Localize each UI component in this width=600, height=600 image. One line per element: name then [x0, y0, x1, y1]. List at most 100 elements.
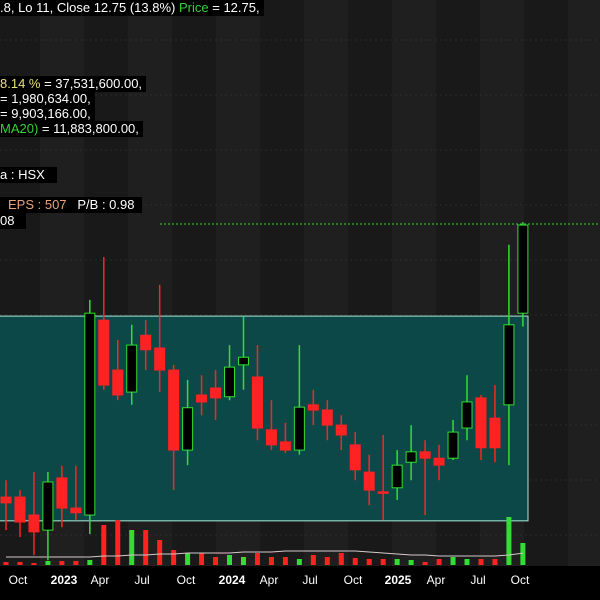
- volume-bar: [352, 558, 358, 565]
- volume-bar: [338, 553, 344, 565]
- x-tick-label: Apr: [259, 573, 279, 587]
- ma20-value: = 11,883,800.00,: [38, 121, 139, 136]
- x-tick-label: Apr: [426, 573, 446, 587]
- candle-down: [112, 369, 124, 396]
- candle-down: [279, 441, 291, 451]
- volume-bar: [450, 557, 456, 565]
- candle-up: [405, 451, 417, 463]
- candle-down: [196, 394, 208, 403]
- candle-up: [461, 401, 473, 429]
- candle-up: [84, 312, 96, 516]
- volume-line-2: = 1,980,634.00,: [0, 91, 95, 107]
- volume-bar: [17, 562, 23, 565]
- stock-chart[interactable]: .8, Lo 11, Close 12.75 (13.8%) Price = 1…: [0, 0, 600, 600]
- x-tick-label: Oct: [8, 573, 28, 587]
- volume-bar: [3, 562, 9, 565]
- volume-bar: [227, 555, 233, 565]
- x-tick-label: 2024: [218, 573, 246, 587]
- candle-up: [237, 356, 249, 366]
- candle-down: [70, 507, 82, 514]
- volume-bar: [157, 540, 163, 565]
- candle-down: [28, 514, 40, 533]
- grid-band: [568, 0, 600, 566]
- volume-bar: [464, 559, 470, 565]
- candle-down: [335, 424, 347, 436]
- candle-up: [293, 406, 305, 451]
- candle-down: [140, 334, 152, 351]
- volume-bar: [520, 543, 526, 565]
- price-label: Price: [179, 0, 209, 15]
- candle-down: [265, 429, 277, 446]
- candle-down: [14, 496, 26, 523]
- extra-value: 08: [0, 213, 27, 229]
- x-tick-label: Oct: [176, 573, 196, 587]
- candle-down: [377, 491, 389, 494]
- candle-down: [251, 376, 263, 429]
- volume-bar: [213, 557, 219, 565]
- candle-down: [321, 409, 333, 426]
- volume-bar: [45, 561, 51, 565]
- fundamentals-line: EPS : 507 P/B : 0.98: [0, 197, 143, 213]
- candle-down: [307, 404, 319, 411]
- price-value: = 12.75,: [208, 0, 260, 15]
- candle-down: [489, 417, 501, 449]
- x-tick-label: 2025: [384, 573, 412, 587]
- x-tick-label: Jul: [470, 573, 486, 587]
- volume-bar: [366, 559, 372, 565]
- volume-bar: [380, 559, 386, 565]
- candle-down: [210, 387, 222, 399]
- candle-up: [224, 366, 236, 398]
- volume-bar: [492, 559, 498, 565]
- exchange-label: a : HSX: [0, 167, 57, 183]
- volume-bar: [185, 553, 191, 565]
- volume-bar: [296, 559, 302, 565]
- eps-value: EPS : 507: [8, 197, 67, 212]
- x-tick-label: Oct: [510, 573, 530, 587]
- x-tick-label: Oct: [343, 573, 363, 587]
- candle-down: [475, 397, 487, 449]
- candle-down: [433, 457, 445, 466]
- candle-down: [349, 444, 361, 471]
- volume-bar: [240, 557, 246, 565]
- pb-value: P/B : 0.98: [77, 197, 135, 212]
- candle-up: [126, 344, 138, 393]
- volume-line-3-text: = 9,903,166.00,: [0, 106, 91, 121]
- x-tick-label: Jul: [302, 573, 318, 587]
- candle-down: [56, 477, 68, 509]
- volume-bar: [87, 560, 93, 565]
- ohlc-readout: .8, Lo 11, Close 12.75 (13.8%) Price = 1…: [0, 0, 264, 16]
- volume-bar: [31, 563, 37, 565]
- volume-bar: [73, 561, 79, 565]
- volume-line-2-text: = 1,980,634.00,: [0, 91, 91, 106]
- volume-pct-label: 8.14 %: [0, 76, 41, 91]
- ma20-label: MA20): [0, 121, 39, 136]
- volume-bar: [59, 561, 65, 565]
- volume-bar: [171, 550, 177, 565]
- candle-up: [182, 407, 194, 451]
- volume-bar: [324, 557, 330, 565]
- volume-bar: [422, 562, 428, 565]
- candle-up: [42, 481, 54, 531]
- volume-bar: [199, 553, 205, 565]
- volume-bar: [115, 520, 121, 565]
- volume-bar: [101, 525, 107, 565]
- candle-down: [168, 369, 180, 451]
- candle-up: [447, 431, 459, 459]
- candle-down: [154, 347, 166, 371]
- volume-bar: [478, 559, 484, 565]
- volume-line-1: 8.14 % = 37,531,600.00,: [0, 76, 147, 92]
- volume-bar: [310, 555, 316, 565]
- grid-band: [524, 0, 568, 566]
- candle-down: [419, 451, 431, 459]
- volume-bar: [129, 530, 135, 565]
- volume-bar: [506, 517, 512, 565]
- candle-up: [517, 224, 529, 314]
- ohlc-text: .8, Lo 11, Close 12.75 (13.8%): [0, 0, 176, 15]
- x-tick-label: 2023: [50, 573, 78, 587]
- volume-bar: [254, 553, 260, 565]
- volume-bar: [436, 559, 442, 565]
- volume-bar: [394, 559, 400, 565]
- candle-up: [391, 464, 403, 489]
- candle-up: [503, 324, 515, 406]
- x-tick-label: Apr: [90, 573, 110, 587]
